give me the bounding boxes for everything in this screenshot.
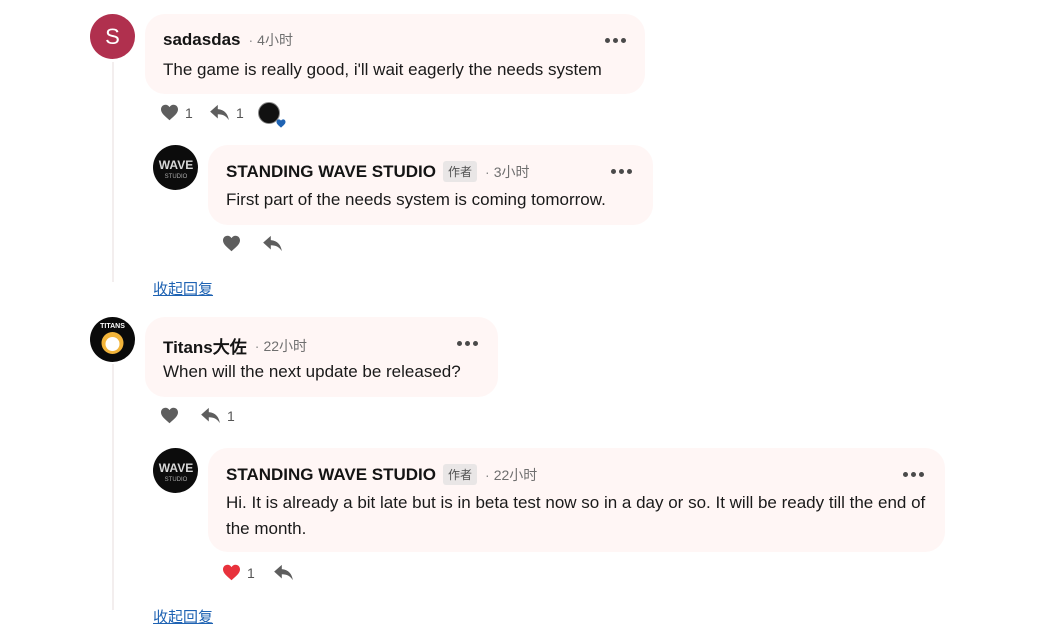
separator-dot: · bbox=[485, 163, 490, 180]
reply-icon bbox=[274, 564, 293, 581]
svg-text:STUDIO: STUDIO bbox=[164, 477, 187, 483]
svg-text:WAVE: WAVE bbox=[158, 158, 192, 172]
reply-icon bbox=[263, 235, 282, 252]
svg-text:WAVE: WAVE bbox=[158, 461, 192, 475]
thread-line bbox=[112, 62, 114, 282]
author-badge: 作者 bbox=[443, 464, 478, 485]
more-options-icon[interactable] bbox=[605, 38, 626, 43]
like-count: 1 bbox=[185, 104, 193, 121]
reply-count: 1 bbox=[236, 104, 244, 121]
comment-text: First part of the needs system is coming… bbox=[226, 190, 606, 209]
comment-header: Titans大佐 · 22小时 bbox=[163, 333, 307, 358]
reply-button[interactable]: 1 bbox=[200, 407, 235, 424]
heart-small-icon bbox=[276, 119, 286, 128]
more-options-icon[interactable] bbox=[611, 169, 632, 174]
comment-header: STANDING WAVE STUDIO 作者 · 3小时 bbox=[226, 161, 529, 182]
studio-logo: WAVE STUDIO bbox=[158, 461, 192, 483]
heart-liked-icon bbox=[223, 564, 240, 581]
reply-button[interactable]: 1 bbox=[209, 104, 244, 121]
studio-avatar[interactable]: WAVE STUDIO bbox=[153, 145, 198, 190]
heart-icon bbox=[161, 407, 178, 424]
svg-text:STUDIO: STUDIO bbox=[164, 174, 187, 180]
separator-dot: · bbox=[254, 337, 260, 354]
collapse-replies-link[interactable]: 收起回复 bbox=[153, 278, 213, 299]
heart-icon bbox=[223, 235, 240, 252]
comment-text: When will the next update be released? bbox=[163, 362, 461, 381]
author-name[interactable]: STANDING WAVE STUDIO bbox=[226, 162, 436, 182]
comment-text: The game is really good, i'll wait eager… bbox=[163, 60, 602, 79]
timestamp: 22小时 bbox=[263, 337, 308, 354]
thread-line bbox=[112, 364, 114, 610]
svg-text:TITANS: TITANS bbox=[100, 323, 125, 330]
comment-header: STANDING WAVE STUDIO 作者 · 22小时 bbox=[226, 464, 537, 485]
like-button[interactable] bbox=[222, 235, 241, 252]
more-options-icon[interactable] bbox=[903, 472, 924, 477]
avatar[interactable]: TITANS bbox=[90, 317, 135, 362]
timestamp: 22小时 bbox=[493, 466, 538, 483]
timestamp: 3小时 bbox=[493, 163, 530, 180]
collapse-replies-link[interactable]: 收起回复 bbox=[153, 606, 213, 627]
reply-icon bbox=[210, 104, 229, 121]
studio-logo: WAVE STUDIO bbox=[158, 158, 192, 180]
comment-header: sadasdas · 4小时 bbox=[163, 30, 293, 50]
avatar-letter: S bbox=[105, 23, 120, 49]
reply-button[interactable] bbox=[273, 564, 294, 581]
comment-text: Hi. It is already a bit late but is in b… bbox=[226, 493, 926, 538]
author-name[interactable]: Titans大佐 bbox=[163, 333, 247, 358]
author-name[interactable]: sadasdas bbox=[163, 30, 241, 50]
separator-dot: · bbox=[485, 466, 490, 483]
more-options-icon[interactable] bbox=[457, 341, 478, 346]
author-badge: 作者 bbox=[443, 161, 478, 182]
like-button[interactable] bbox=[160, 407, 179, 424]
avatar[interactable]: S bbox=[90, 14, 135, 59]
studio-avatar[interactable]: WAVE STUDIO bbox=[153, 448, 198, 493]
titans-logo: TITANS bbox=[100, 323, 125, 354]
reply-icon bbox=[201, 407, 220, 424]
reply-button[interactable] bbox=[262, 235, 283, 252]
timestamp: 4小时 bbox=[257, 32, 293, 48]
like-count: 1 bbox=[247, 564, 255, 581]
like-button[interactable]: 1 bbox=[160, 104, 193, 121]
reply-count: 1 bbox=[227, 407, 235, 424]
like-button[interactable]: 1 bbox=[222, 564, 255, 581]
comment-bubble bbox=[208, 145, 653, 225]
heart-icon bbox=[161, 104, 178, 121]
separator-dot: · bbox=[248, 32, 254, 48]
author-name[interactable]: STANDING WAVE STUDIO bbox=[226, 465, 436, 485]
